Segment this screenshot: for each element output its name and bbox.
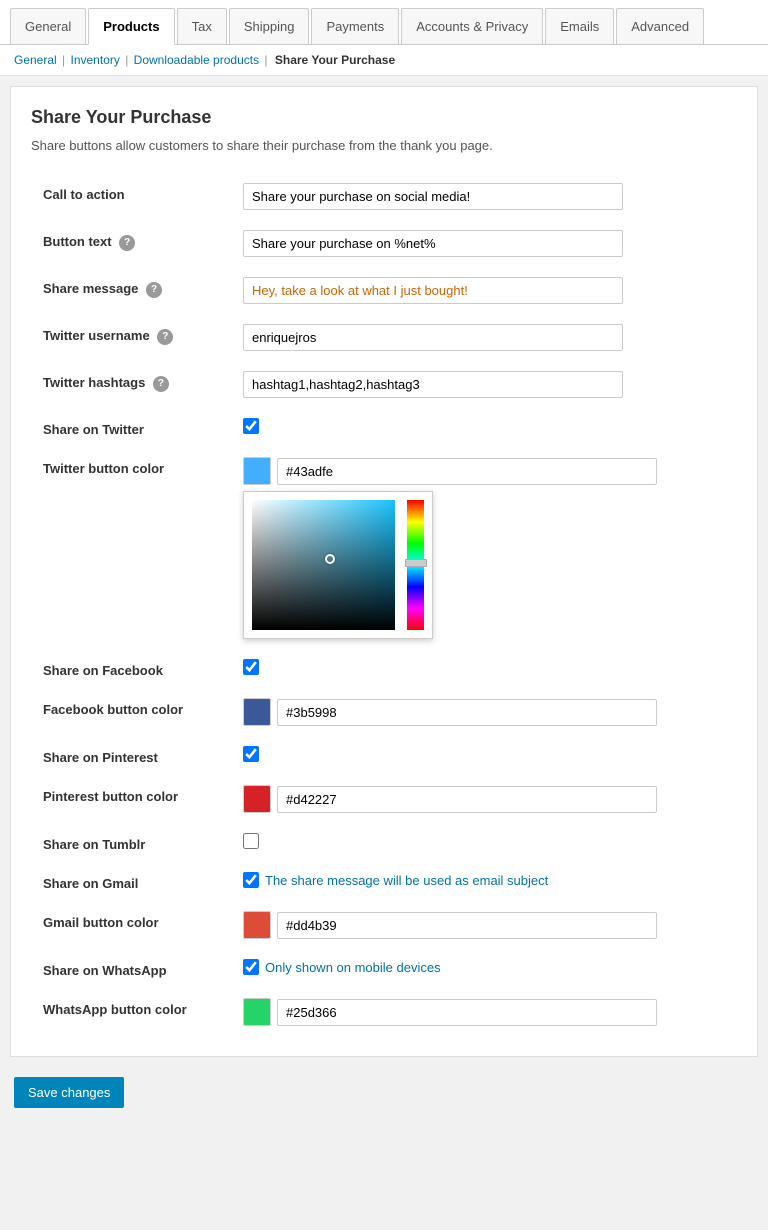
label-share-message: Share message — [43, 281, 138, 296]
label-share-on-tumblr: Share on Tumblr — [31, 823, 231, 862]
save-button[interactable]: Save changes — [14, 1077, 124, 1108]
label-twitter-username: Twitter username — [43, 328, 150, 343]
row-gmail-button-color: Gmail button color — [31, 901, 737, 949]
input-twitter-username[interactable] — [243, 324, 623, 351]
color-hue-slider[interactable] — [407, 500, 424, 630]
checkbox-share-on-tumblr[interactable] — [243, 833, 259, 849]
label-call-to-action: Call to action — [31, 173, 231, 220]
checkbox-share-on-twitter[interactable] — [243, 418, 259, 434]
hue-slider-handle[interactable] — [405, 559, 427, 567]
input-twitter-hashtags[interactable] — [243, 371, 623, 398]
row-call-to-action: Call to action — [31, 173, 737, 220]
pinterest-color-picker-row — [243, 785, 725, 813]
gmail-checkbox-label: The share message will be used as email … — [243, 872, 725, 888]
tab-emails[interactable]: Emails — [545, 8, 614, 44]
row-share-message: Share message ? — [31, 267, 737, 314]
breadcrumb-general[interactable]: General — [14, 53, 57, 67]
row-pinterest-button-color: Pinterest button color — [31, 775, 737, 823]
row-share-on-facebook: Share on Facebook — [31, 649, 737, 688]
breadcrumb: General | Inventory | Downloadable produ… — [0, 45, 768, 76]
tab-general[interactable]: General — [10, 8, 86, 44]
row-share-on-gmail: Share on Gmail The share message will be… — [31, 862, 737, 901]
twitter-color-picker-row — [243, 457, 725, 485]
row-whatsapp-button-color: WhatsApp button color — [31, 988, 737, 1036]
row-twitter-hashtags: Twitter hashtags ? — [31, 361, 737, 408]
page-content: Share Your Purchase Share buttons allow … — [10, 86, 758, 1057]
tab-payments[interactable]: Payments — [311, 8, 399, 44]
input-call-to-action[interactable] — [243, 183, 623, 210]
facebook-color-picker-row — [243, 698, 725, 726]
breadcrumb-inventory[interactable]: Inventory — [71, 53, 120, 67]
help-icon-button-text[interactable]: ? — [119, 235, 135, 251]
pinterest-color-input[interactable] — [277, 786, 657, 813]
label-button-text: Button text — [43, 234, 112, 249]
label-share-on-twitter: Share on Twitter — [31, 408, 231, 447]
whatsapp-color-picker-row — [243, 998, 725, 1026]
label-gmail-button-color: Gmail button color — [31, 901, 231, 949]
tab-advanced[interactable]: Advanced — [616, 8, 704, 44]
help-icon-twitter-hashtags[interactable]: ? — [153, 376, 169, 392]
whatsapp-color-input[interactable] — [277, 999, 657, 1026]
label-share-on-pinterest: Share on Pinterest — [31, 736, 231, 775]
checkbox-share-on-facebook[interactable] — [243, 659, 259, 675]
checkbox-share-on-gmail[interactable] — [243, 872, 259, 888]
label-pinterest-button-color: Pinterest button color — [31, 775, 231, 823]
label-twitter-hashtags: Twitter hashtags — [43, 375, 145, 390]
whatsapp-checkbox-label: Only shown on mobile devices — [243, 959, 725, 975]
gmail-color-picker-row — [243, 911, 725, 939]
label-share-on-whatsapp: Share on WhatsApp — [31, 949, 231, 988]
row-button-text: Button text ? — [31, 220, 737, 267]
breadcrumb-current: Share Your Purchase — [275, 53, 395, 67]
row-share-on-tumblr: Share on Tumblr — [31, 823, 737, 862]
gmail-note: The share message will be used as email … — [265, 873, 548, 888]
row-twitter-username: Twitter username ? — [31, 314, 737, 361]
row-twitter-button-color: Twitter button color — [31, 447, 737, 649]
twitter-color-input[interactable] — [277, 458, 657, 485]
tab-tax[interactable]: Tax — [177, 8, 227, 44]
gmail-color-input[interactable] — [277, 912, 657, 939]
whatsapp-color-swatch[interactable] — [243, 998, 271, 1026]
row-share-on-whatsapp: Share on WhatsApp Only shown on mobile d… — [31, 949, 737, 988]
facebook-color-swatch[interactable] — [243, 698, 271, 726]
settings-form: Call to action Button text ? Share messa… — [31, 173, 737, 1036]
page-description: Share buttons allow customers to share t… — [31, 138, 737, 153]
gmail-color-swatch[interactable] — [243, 911, 271, 939]
breadcrumb-downloadable[interactable]: Downloadable products — [134, 53, 259, 67]
facebook-color-input[interactable] — [277, 699, 657, 726]
pinterest-color-swatch[interactable] — [243, 785, 271, 813]
tab-bar: General Products Tax Shipping Payments A… — [0, 0, 768, 45]
whatsapp-note: Only shown on mobile devices — [265, 960, 441, 975]
input-button-text[interactable] — [243, 230, 623, 257]
row-facebook-button-color: Facebook button color — [31, 688, 737, 736]
color-spectrum-handle[interactable] — [325, 554, 335, 564]
row-share-on-pinterest: Share on Pinterest — [31, 736, 737, 775]
checkbox-share-on-pinterest[interactable] — [243, 746, 259, 762]
page-title: Share Your Purchase — [31, 107, 737, 128]
label-facebook-button-color: Facebook button color — [31, 688, 231, 736]
label-twitter-button-color: Twitter button color — [31, 447, 231, 649]
label-share-on-facebook: Share on Facebook — [31, 649, 231, 688]
color-spectrum[interactable] — [252, 500, 395, 630]
color-picker-popup — [243, 491, 433, 639]
input-share-message[interactable] — [243, 277, 623, 304]
footer-actions: Save changes — [0, 1067, 768, 1128]
twitter-color-swatch[interactable] — [243, 457, 271, 485]
help-icon-share-message[interactable]: ? — [146, 282, 162, 298]
row-share-on-twitter: Share on Twitter — [31, 408, 737, 447]
tab-products[interactable]: Products — [88, 8, 174, 45]
checkbox-share-on-whatsapp[interactable] — [243, 959, 259, 975]
label-share-on-gmail: Share on Gmail — [31, 862, 231, 901]
tab-accounts-privacy[interactable]: Accounts & Privacy — [401, 8, 543, 44]
tab-shipping[interactable]: Shipping — [229, 8, 310, 44]
help-icon-twitter-username[interactable]: ? — [157, 329, 173, 345]
label-whatsapp-button-color: WhatsApp button color — [31, 988, 231, 1036]
